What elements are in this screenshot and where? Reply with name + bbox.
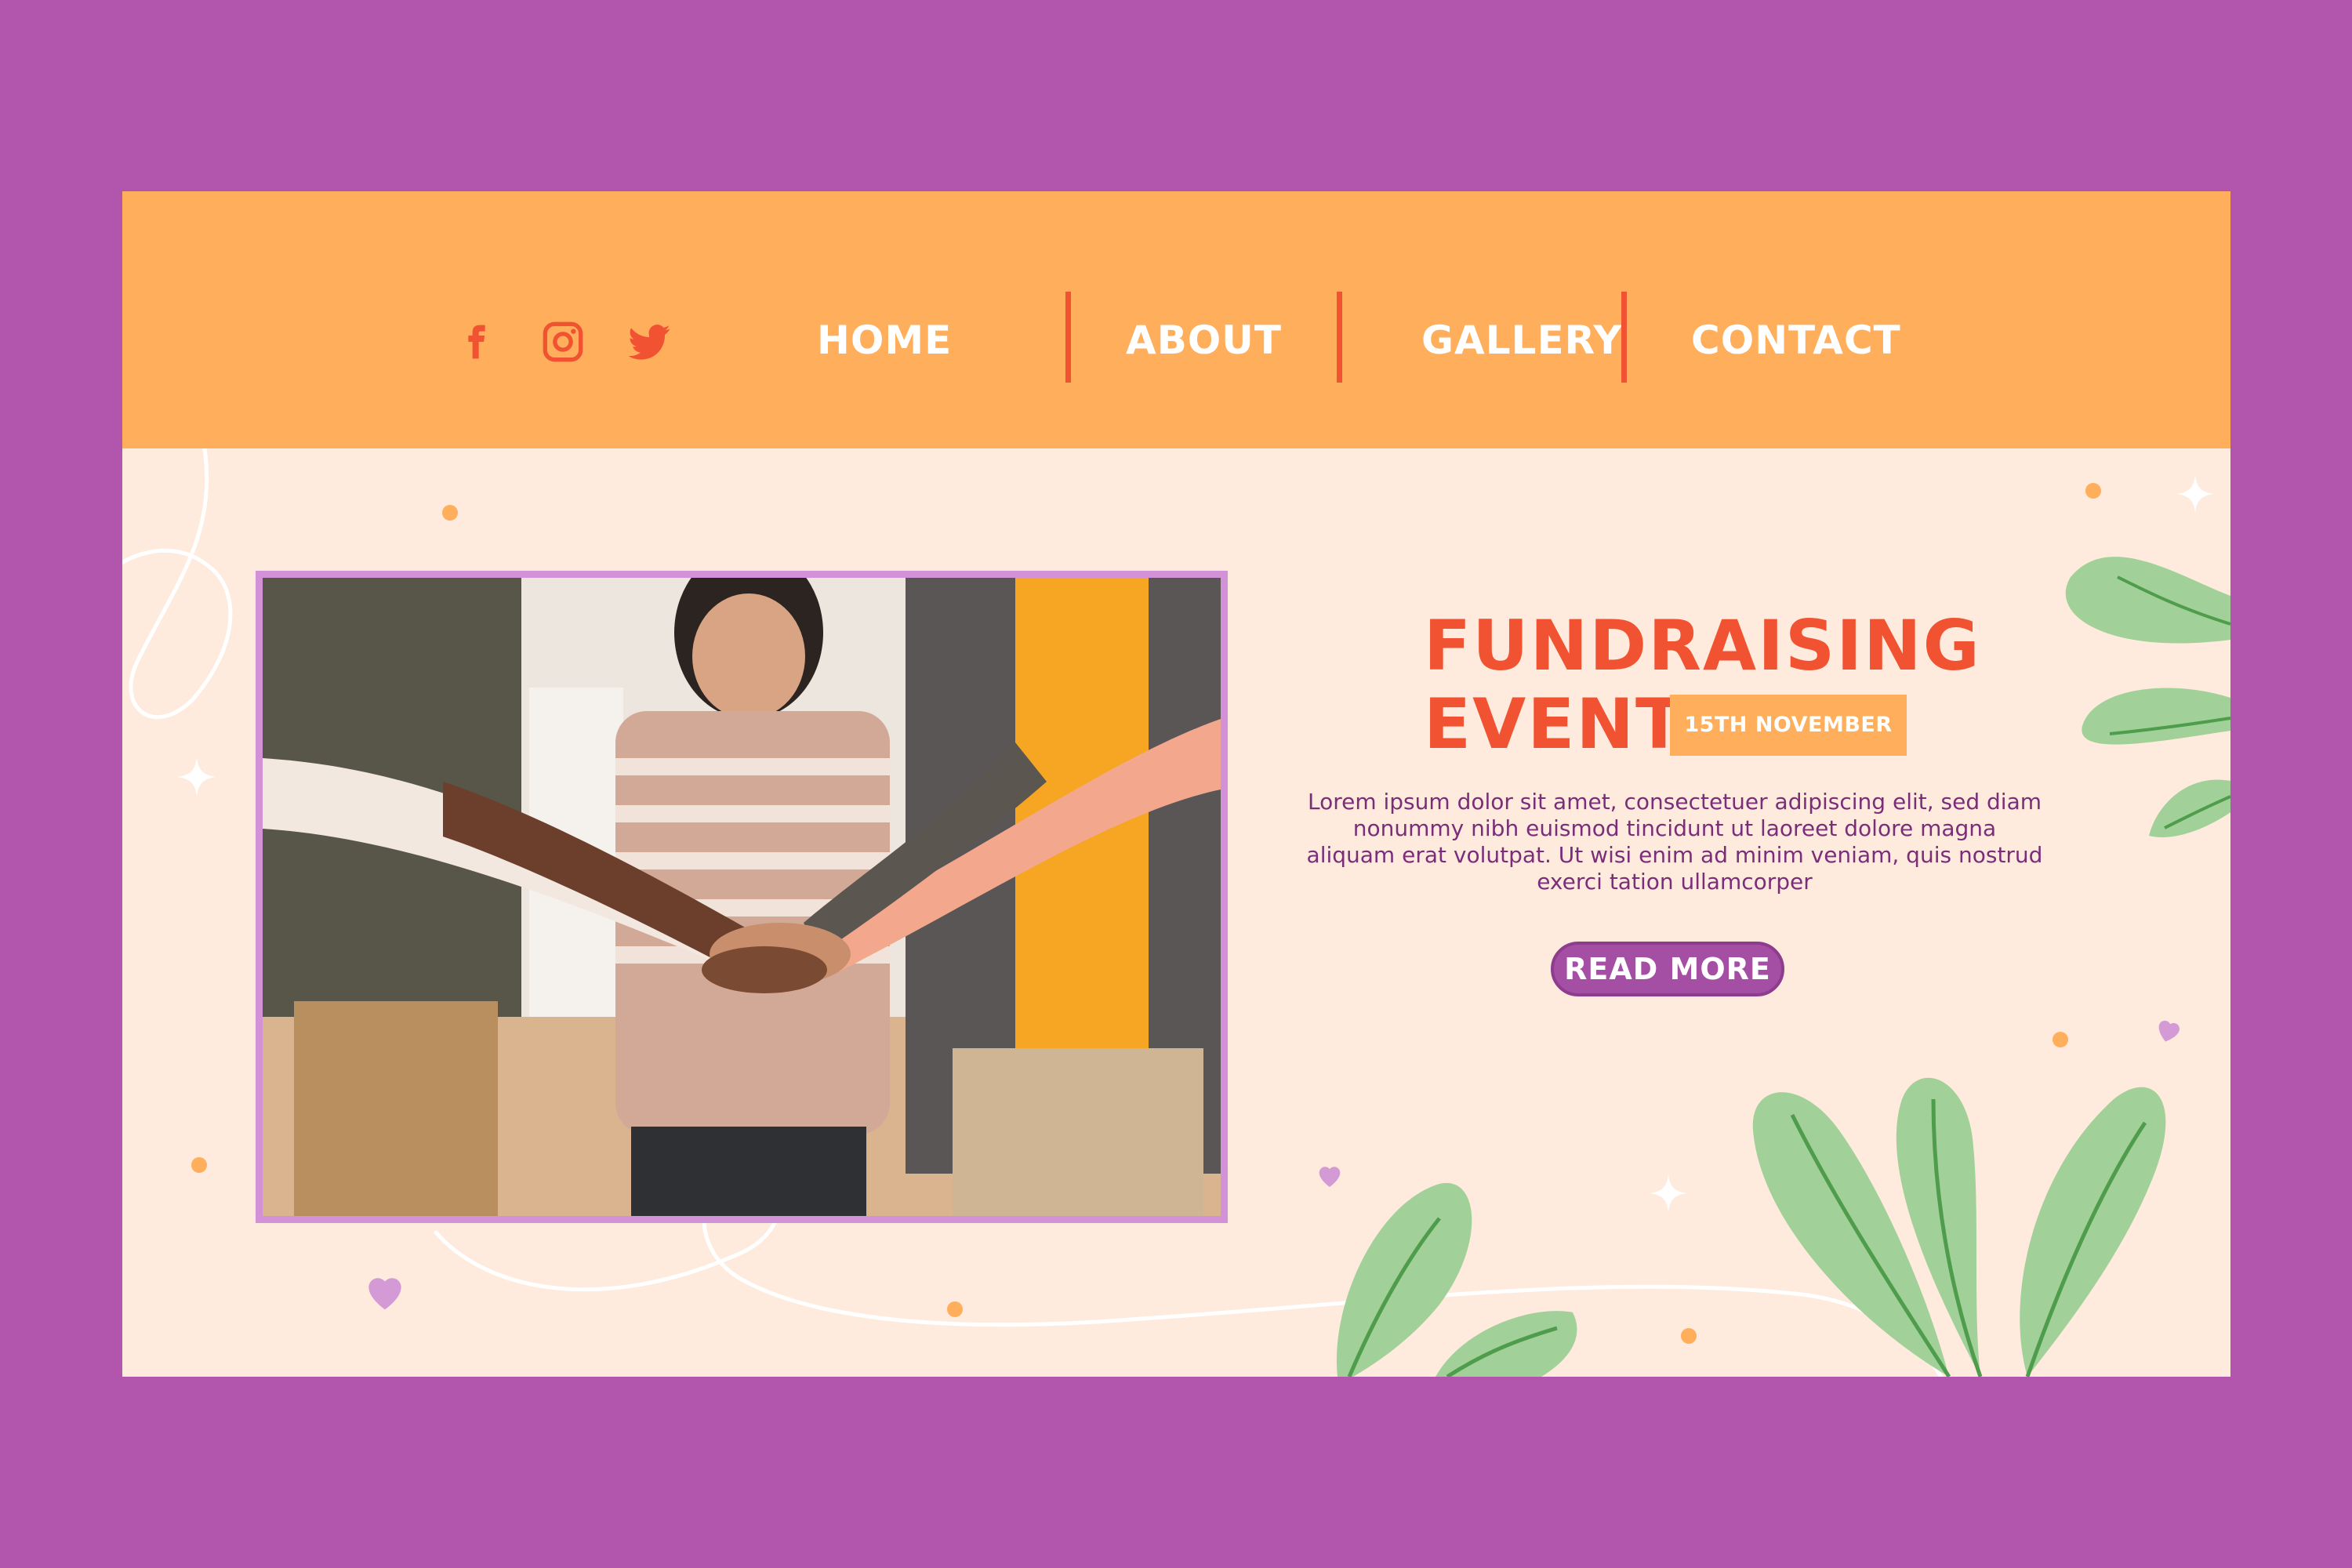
hero-description: Lorem ipsum dolor sit amet, consectetuer… (1290, 789, 2059, 895)
event-date-badge: 15TH NOVEMBER (1670, 695, 1907, 756)
nav-home-link[interactable]: HOME (817, 309, 952, 372)
dot-decoration (2085, 483, 2101, 499)
dot-decoration (191, 1157, 207, 1173)
leaf-decoration (1306, 1171, 1698, 1377)
nav-divider (1337, 292, 1342, 383)
landing-page: HOME ABOUT GALLERY CONTACT FUNDRAISING E… (122, 191, 2230, 1377)
nav-divider (1621, 292, 1627, 383)
team-hands-photo (263, 578, 1221, 1216)
description-line: Lorem ipsum dolor sit amet, consectetuer… (1307, 789, 2042, 815)
header-bar: HOME ABOUT GALLERY CONTACT (122, 191, 2230, 448)
dot-decoration (442, 505, 458, 521)
nav-gallery-link[interactable]: GALLERY (1421, 309, 1623, 372)
nav-divider (1065, 292, 1071, 383)
description-line: exerci tation ullamcorper (1537, 869, 1813, 895)
description-line: aliquam erat volutpat. Ut wisi enim ad m… (1306, 842, 2043, 868)
sparkle-decoration (177, 757, 216, 797)
facebook-icon[interactable] (452, 317, 502, 367)
description-line: nonummy nibh euismod tincidunt ut laoree… (1352, 815, 1997, 841)
sparkle-decoration (2176, 475, 2214, 513)
heart-decoration (361, 1267, 409, 1316)
hero-title-line: FUNDRAISING (1424, 605, 1981, 686)
leaf-decoration (1745, 1068, 2230, 1377)
heart-decoration (2153, 1014, 2184, 1046)
dot-decoration (947, 1301, 963, 1317)
instagram-icon[interactable] (538, 317, 588, 367)
hero-photo-frame (256, 571, 1228, 1223)
twitter-icon[interactable] (624, 317, 674, 367)
nav-about-link[interactable]: ABOUT (1126, 309, 1282, 372)
leaf-decoration (2063, 546, 2230, 844)
dot-decoration (2053, 1032, 2068, 1047)
read-more-button[interactable]: READ MORE (1551, 942, 1784, 996)
nav-contact-link[interactable]: CONTACT (1691, 309, 1901, 372)
